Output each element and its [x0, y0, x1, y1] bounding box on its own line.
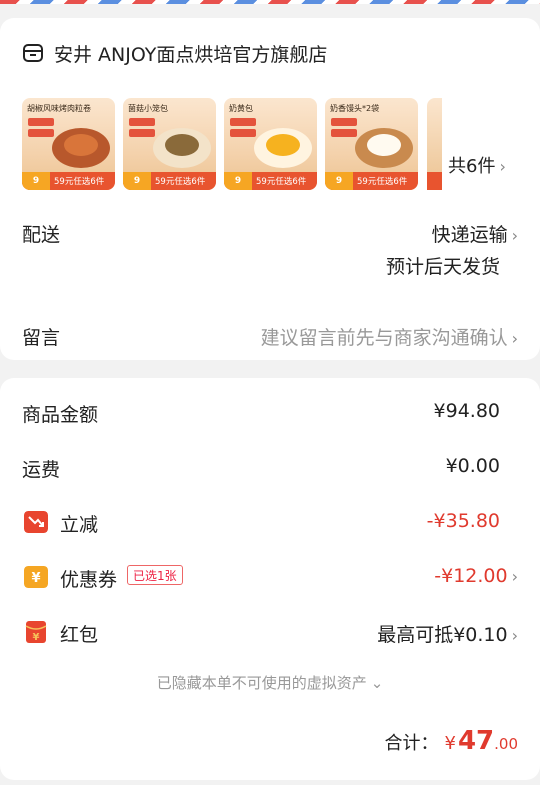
item-count-link[interactable]: 共6件 › — [448, 152, 506, 178]
promo-text: 59元任选6件 — [357, 177, 408, 187]
message-label: 留言 — [22, 327, 61, 349]
delivery-eta: 预计后天发货 — [385, 256, 500, 278]
food-image — [165, 134, 199, 156]
label-tag — [331, 118, 357, 126]
chevron-right-icon: › — [499, 157, 506, 176]
promo-band: 9 59元任选6件 — [325, 172, 418, 190]
red-packet-icon: ¥ — [25, 621, 47, 643]
promo-text: 59元任选6件 — [155, 177, 206, 187]
product-thumb[interactable]: 胡椒风味烤肉粒卷 9 59元任选6件 — [22, 98, 115, 190]
red-packet-value: 最高可抵¥0.10 — [377, 624, 508, 646]
chevron-down-icon: ⌄ — [370, 674, 384, 692]
total-currency: ¥ — [444, 733, 456, 754]
coupon-value: -¥12.00 — [434, 565, 508, 587]
promo-band: 9 59元任选6件 — [123, 172, 216, 190]
red-packet-label: 红包 — [60, 624, 99, 646]
food-image — [266, 134, 300, 156]
product-title: 菌菇小笼包 — [128, 104, 168, 113]
message-input[interactable]: 建议留言前先与商家沟通确认 › — [261, 323, 518, 350]
shipping-label: 运费 — [22, 459, 61, 481]
product-price: 9 — [22, 172, 50, 190]
total-label: 合计： — [384, 733, 439, 754]
total-decimal: .00 — [494, 735, 518, 753]
chevron-right-icon: › — [511, 226, 518, 245]
airmail-border — [0, 0, 540, 4]
delivery-label: 配送 — [22, 224, 61, 246]
label-tag — [28, 118, 54, 126]
product-title: 奶黄包 — [229, 104, 253, 113]
order-card: 安井 ANJOY面点烘培官方旗舰店 胡椒风味烤肉粒卷 9 59元任选6件 菌菇小… — [0, 18, 540, 360]
food-image — [367, 134, 401, 156]
label-tag — [129, 118, 155, 126]
chevron-right-icon: › — [511, 626, 518, 645]
product-title: 胡椒风味烤肉粒卷 — [27, 104, 91, 113]
shop-icon — [23, 44, 43, 62]
coupon-selected-badge: 已选1张 — [127, 565, 183, 585]
shipping-value: ¥0.00 — [445, 455, 500, 477]
promo-band: 9 59元任选6件 — [224, 172, 317, 190]
red-packet-selector[interactable]: 最高可抵¥0.10 › — [377, 620, 518, 647]
product-price: 9 — [325, 172, 353, 190]
product-thumb-partial[interactable] — [427, 98, 442, 190]
total-integer: 47 — [457, 726, 495, 756]
promo-band: 9 59元任选6件 — [22, 172, 115, 190]
chevron-right-icon: › — [511, 567, 518, 586]
product-thumb[interactable]: 奶香馒头*2袋 9 59元任选6件 — [325, 98, 418, 190]
label-tag — [129, 129, 155, 137]
instant-discount-value: -¥35.80 — [426, 510, 500, 532]
shop-header[interactable]: 安井 ANJOY面点烘培官方旗舰店 — [22, 38, 327, 68]
shop-name: 安井 ANJOY面点烘培官方旗舰店 — [54, 43, 328, 66]
hidden-assets-text: 已隐藏本单不可使用的虚拟资产 — [156, 674, 367, 692]
coupon-icon: ¥ — [24, 566, 48, 588]
food-image — [64, 134, 98, 156]
product-title: 奶香馒头*2袋 — [330, 104, 380, 113]
coupon-label: 优惠券 — [60, 569, 118, 591]
instant-discount-label: 立减 — [60, 514, 99, 536]
hidden-assets-toggle[interactable]: 已隐藏本单不可使用的虚拟资产 ⌄ — [0, 672, 540, 693]
label-tag — [230, 118, 256, 126]
label-tag — [230, 129, 256, 137]
discount-arrow-icon — [24, 511, 48, 533]
chevron-right-icon: › — [511, 329, 518, 348]
goods-amount-label: 商品金额 — [22, 404, 99, 426]
delivery-method-selector[interactable]: 快递运输 › — [432, 220, 518, 247]
product-thumb[interactable]: 菌菇小笼包 9 59元任选6件 — [123, 98, 216, 190]
label-tag — [28, 129, 54, 137]
delivery-method: 快递运输 — [431, 224, 508, 246]
product-price: 9 — [224, 172, 252, 190]
svg-text:¥: ¥ — [33, 632, 40, 643]
goods-amount-value: ¥94.80 — [433, 400, 500, 422]
promo-text: 59元任选6件 — [256, 177, 307, 187]
item-count: 共6件 — [448, 156, 496, 177]
product-thumb[interactable]: 奶黄包 9 59元任选6件 — [224, 98, 317, 190]
product-thumbnails[interactable]: 胡椒风味烤肉粒卷 9 59元任选6件 菌菇小笼包 9 59元任选6件 奶黄包 9… — [22, 98, 442, 190]
order-total: 合计： ¥ 47 .00 — [385, 726, 519, 756]
message-placeholder: 建议留言前先与商家沟通确认 — [260, 327, 508, 349]
svg-text:¥: ¥ — [31, 571, 40, 586]
coupon-selector[interactable]: -¥12.00 › — [434, 565, 518, 587]
promo-text: 59元任选6件 — [54, 177, 105, 187]
product-price: 9 — [123, 172, 151, 190]
label-tag — [331, 129, 357, 137]
